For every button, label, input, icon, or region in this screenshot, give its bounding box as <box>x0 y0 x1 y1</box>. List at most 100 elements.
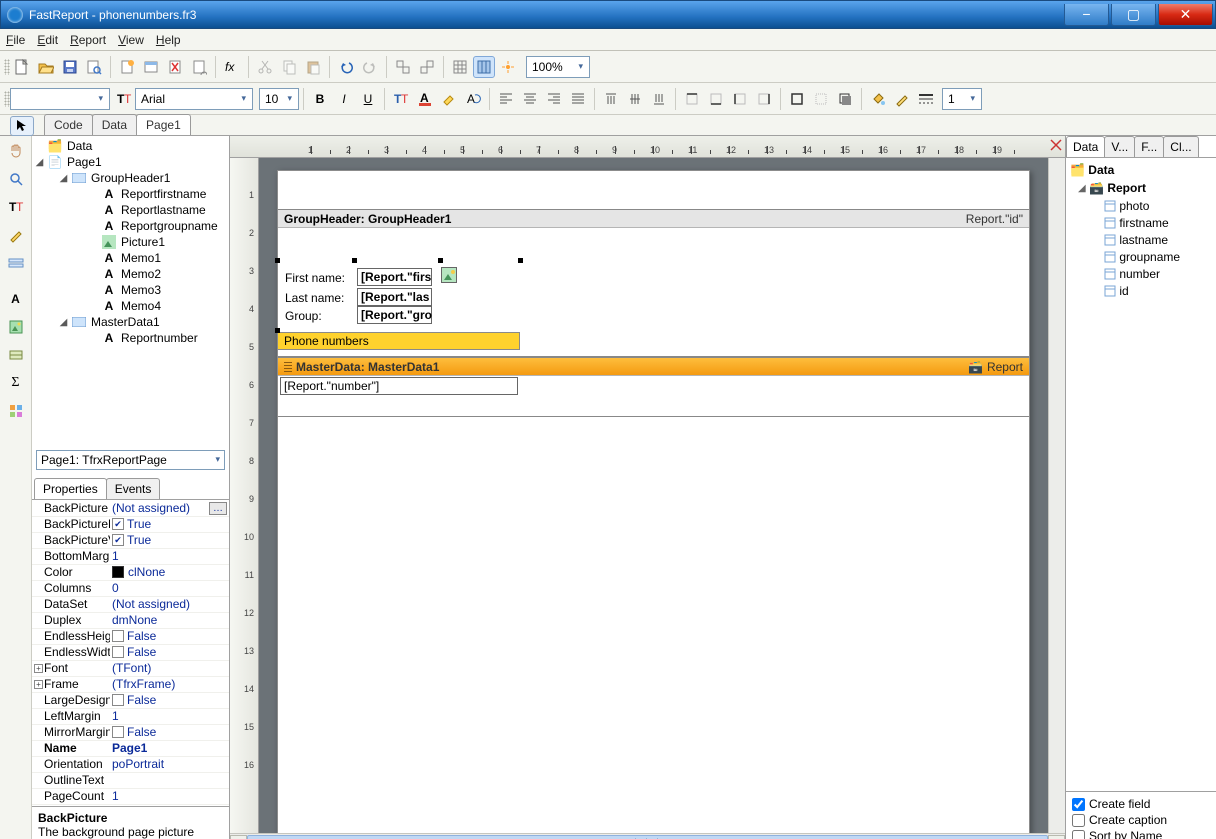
picture-object-tool[interactable] <box>4 315 28 339</box>
righttab-variables[interactable]: V... <box>1104 136 1135 157</box>
label-lastname[interactable]: Last name: <box>282 290 347 306</box>
valign-middle-button[interactable] <box>624 88 646 110</box>
prop-row[interactable]: BackPictureVi✔True <box>32 533 229 549</box>
font-settings-button[interactable]: TT <box>390 88 412 110</box>
style-combo[interactable]: ▾ <box>10 88 110 110</box>
tab-data[interactable]: Data <box>92 114 137 135</box>
label-firstname[interactable]: First name: <box>282 270 348 286</box>
group-button[interactable] <box>392 56 414 78</box>
copy-button[interactable] <box>278 56 300 78</box>
tree-page1[interactable]: Page1 <box>65 155 102 169</box>
close-button[interactable]: ✕ <box>1158 4 1213 26</box>
fill-color-button[interactable] <box>867 88 889 110</box>
object-selector[interactable]: Page1: TfrxReportPage ▾ <box>36 450 225 470</box>
frame-top-button[interactable] <box>681 88 703 110</box>
text-rotate-button[interactable]: A <box>462 88 484 110</box>
field-number[interactable]: [Report."number"] <box>280 377 518 395</box>
tree-item[interactable]: Memo4 <box>119 299 161 313</box>
prop-row[interactable]: +Font(TFont) <box>32 661 229 677</box>
prop-row[interactable]: LeftMargin1 <box>32 709 229 725</box>
righttab-data[interactable]: Data <box>1066 136 1105 157</box>
sum-tool[interactable]: Σ <box>4 371 28 395</box>
prop-row[interactable]: BackPicture(Not assigned)… <box>32 501 229 517</box>
text-tool[interactable]: TT <box>4 195 28 219</box>
frame-right-button[interactable] <box>753 88 775 110</box>
tree-item[interactable]: Memo1 <box>119 251 161 265</box>
font-size-combo[interactable]: 10▾ <box>259 88 299 110</box>
create-caption-checkbox[interactable]: Create caption <box>1072 812 1210 828</box>
tree-item[interactable]: Picture1 <box>119 235 165 249</box>
field-firstname[interactable]: [Report."firs <box>357 268 432 286</box>
undo-button[interactable] <box>335 56 357 78</box>
data-field[interactable]: lastname <box>1066 231 1216 248</box>
data-field[interactable]: firstname <box>1066 214 1216 231</box>
prop-row[interactable]: Columns0 <box>32 581 229 597</box>
tree-item[interactable]: Memo3 <box>119 283 161 297</box>
properties-grid[interactable]: BackPicture(Not assigned)…BackPicturePr✔… <box>32 500 229 807</box>
prop-row[interactable]: BottomMargin1 <box>32 549 229 565</box>
ungroup-button[interactable] <box>416 56 438 78</box>
picture-object[interactable] <box>441 267 457 283</box>
tree-data[interactable]: Data <box>65 139 92 153</box>
redo-button[interactable] <box>359 56 381 78</box>
tab-code[interactable]: Code <box>44 114 93 135</box>
frame-left-button[interactable] <box>729 88 751 110</box>
frame-shadow-button[interactable] <box>834 88 856 110</box>
new-dialog-button[interactable] <box>140 56 162 78</box>
frame-bottom-button[interactable] <box>705 88 727 110</box>
variables-button[interactable]: fx <box>221 56 243 78</box>
align-left-button[interactable] <box>495 88 517 110</box>
data-field[interactable]: groupname <box>1066 248 1216 265</box>
righttab-functions[interactable]: F... <box>1134 136 1164 157</box>
tree-item[interactable]: Reportlastname <box>119 203 206 217</box>
band-tool[interactable] <box>4 251 28 275</box>
page-surface[interactable]: GroupHeader: GroupHeader1 Report."id" Fi… <box>277 170 1030 833</box>
align-justify-button[interactable] <box>567 88 589 110</box>
underline-button[interactable]: U <box>357 88 379 110</box>
design-canvas[interactable]: GroupHeader: GroupHeader1 Report."id" Fi… <box>259 158 1048 833</box>
save-button[interactable] <box>59 56 81 78</box>
prop-row[interactable]: ColorclNone <box>32 565 229 581</box>
report-tree[interactable]: 🗂️Data ◢📄Page1 ◢GroupHeader1 AReportfirs… <box>32 136 229 446</box>
menu-help[interactable]: Help <box>156 33 181 47</box>
page-settings-button[interactable] <box>188 56 210 78</box>
prop-row[interactable]: OutlineText <box>32 773 229 789</box>
prop-row[interactable]: OrientationpoPortrait <box>32 757 229 773</box>
align-to-grid-button[interactable] <box>473 56 495 78</box>
field-group[interactable]: [Report."gro <box>357 306 432 324</box>
prop-row[interactable]: MirrorMarginsFalse <box>32 725 229 741</box>
data-field[interactable]: id <box>1066 282 1216 299</box>
open-button[interactable] <box>35 56 57 78</box>
create-field-checkbox[interactable]: Create field <box>1072 796 1210 812</box>
preview-button[interactable] <box>83 56 105 78</box>
data-field[interactable]: photo <box>1066 197 1216 214</box>
other-objects-tool[interactable] <box>4 399 28 423</box>
frame-all-button[interactable] <box>786 88 808 110</box>
vertical-ruler[interactable]: 12345678910111213141516 <box>230 158 259 833</box>
font-name-combo[interactable]: Arial▾ <box>135 88 253 110</box>
font-color-button[interactable]: A <box>414 88 436 110</box>
menu-report[interactable]: Report <box>70 33 106 47</box>
select-tool[interactable] <box>10 116 34 136</box>
zoom-combo[interactable]: 100%▾ <box>526 56 590 78</box>
prop-row[interactable]: PageCount1 <box>32 789 229 805</box>
new-button[interactable] <box>11 56 33 78</box>
righttab-classes[interactable]: Cl... <box>1163 136 1198 157</box>
canvas-vscroll[interactable] <box>1048 158 1065 833</box>
tab-properties[interactable]: Properties <box>34 478 107 499</box>
menu-view[interactable]: View <box>118 33 144 47</box>
frame-width-combo[interactable]: 1▾ <box>942 88 982 110</box>
show-grid-button[interactable] <box>449 56 471 78</box>
toolbar-grip[interactable] <box>4 59 10 75</box>
prop-row[interactable]: DuplexdmNone <box>32 613 229 629</box>
align-center-button[interactable] <box>519 88 541 110</box>
menu-file[interactable]: File <box>6 33 25 47</box>
highlight-button[interactable] <box>438 88 460 110</box>
sort-by-name-checkbox[interactable]: Sort by Name <box>1072 828 1210 839</box>
prop-row[interactable]: +Frame(TfrxFrame) <box>32 677 229 693</box>
tree-item[interactable]: Reportfirstname <box>119 187 206 201</box>
tree-item[interactable]: Memo2 <box>119 267 161 281</box>
frame-style-button[interactable] <box>915 88 937 110</box>
prop-row[interactable]: BackPicturePr✔True <box>32 517 229 533</box>
paste-button[interactable] <box>302 56 324 78</box>
